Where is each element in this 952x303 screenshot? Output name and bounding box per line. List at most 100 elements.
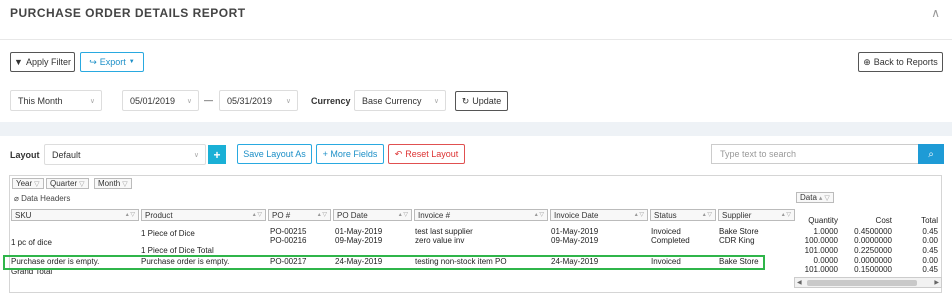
pivot-grid: Year ▽ Quarter ▽ Month ▽ ⌀ Data Headers Dat… bbox=[9, 175, 942, 293]
chevron-up-icon[interactable]: ∧ bbox=[931, 6, 940, 20]
table-cell: 1.0000 bbox=[813, 227, 838, 236]
value-header-cost: Cost bbox=[875, 216, 892, 225]
chevron-down-icon: ∨ bbox=[433, 98, 439, 105]
layout-select[interactable]: Default ∨ bbox=[44, 144, 206, 165]
table-cell: 101.0000 bbox=[804, 265, 838, 274]
table-cell: 0.2250000 bbox=[854, 246, 892, 255]
chevron-down-icon: ∨ bbox=[89, 98, 95, 105]
table-cell: 0.00 bbox=[922, 236, 938, 245]
table-cell: 01-May-2019 bbox=[335, 227, 383, 236]
table-cell: Completed bbox=[651, 236, 690, 245]
field-invoice-number[interactable]: Invoice # ▴ ▽ bbox=[414, 209, 548, 221]
table-cell: 0.0000000 bbox=[854, 236, 892, 245]
table-cell: PO-00216 bbox=[270, 236, 307, 245]
period-select[interactable]: This Month ∨ bbox=[10, 90, 102, 111]
more-fields-button[interactable]: + More Fields bbox=[316, 144, 384, 164]
table-cell: 0.00 bbox=[922, 256, 938, 265]
field-invoice-date[interactable]: Invoice Date ▴ ▽ bbox=[550, 209, 648, 221]
sort-filter-icon: ▴ ▽ bbox=[702, 212, 712, 218]
from-date-input[interactable]: 05/01/2019 ∨ bbox=[122, 90, 199, 111]
arrow-right-icon[interactable]: ▶ bbox=[934, 279, 939, 286]
currency-select[interactable]: Base Currency ∨ bbox=[354, 90, 446, 111]
table-cell: 09-May-2019 bbox=[551, 236, 599, 245]
table-cell: 101.0000 bbox=[804, 246, 838, 255]
reset-layout-button[interactable]: ↶ Reset Layout bbox=[388, 144, 465, 164]
back-to-reports-button[interactable]: ⊕ Back to Reports bbox=[858, 52, 943, 72]
section-divider bbox=[0, 122, 952, 136]
sort-filter-icon: ▴ ▽ bbox=[252, 212, 262, 218]
link-icon: ⌀ bbox=[14, 194, 19, 203]
table-cell: 0.4500000 bbox=[854, 227, 892, 236]
data-chip[interactable]: Data ▴ ▽ bbox=[796, 192, 834, 203]
search-input[interactable]: Type text to search bbox=[711, 144, 919, 164]
sort-filter-icon: ▴ ▽ bbox=[125, 212, 135, 218]
sort-filter-icon: ▴ ▽ bbox=[781, 212, 791, 218]
value-header-total: Total bbox=[921, 216, 938, 225]
table-cell: 09-May-2019 bbox=[335, 236, 383, 245]
data-headers-area: ⌀ Data Headers bbox=[14, 194, 71, 203]
scroll-thumb[interactable] bbox=[807, 280, 917, 286]
layout-label: Layout bbox=[10, 150, 40, 160]
filter-icon: ▼ bbox=[14, 57, 23, 67]
group-product-total: 1 Piece of Dice Total bbox=[141, 246, 214, 255]
highlight-box bbox=[3, 255, 765, 270]
search-icon: ⌕ bbox=[928, 148, 934, 160]
table-cell: 100.0000 bbox=[804, 236, 838, 245]
arrow-left-icon[interactable]: ◀ bbox=[797, 279, 802, 286]
field-sku[interactable]: SKU ▴ ▽ bbox=[11, 209, 139, 221]
field-supplier[interactable]: Supplier ▴ ▽ bbox=[718, 209, 795, 221]
save-layout-as-button[interactable]: Save Layout As bbox=[237, 144, 312, 164]
value-header-quantity: Quantity bbox=[808, 216, 838, 225]
sort-filter-icon: ▴ ▽ bbox=[634, 212, 644, 218]
horizontal-scrollbar[interactable]: ◀ ▶ bbox=[794, 277, 942, 288]
table-cell: 0.45 bbox=[922, 265, 938, 274]
add-layout-button[interactable]: + bbox=[208, 145, 226, 164]
filter-icon: ▽ bbox=[34, 180, 40, 188]
date-range-separator: — bbox=[204, 95, 213, 105]
table-cell: test last supplier bbox=[415, 227, 473, 236]
search-button[interactable]: ⌕ bbox=[918, 144, 944, 164]
table-cell: Bake Store bbox=[719, 227, 759, 236]
sort-filter-icon: ▴ ▽ bbox=[534, 212, 544, 218]
currency-label: Currency bbox=[311, 96, 351, 106]
group-product: 1 Piece of Dice bbox=[141, 229, 195, 238]
page-title: PURCHASE ORDER DETAILS REPORT bbox=[10, 6, 246, 20]
table-cell: 0.45 bbox=[922, 246, 938, 255]
update-button[interactable]: ↻ Update bbox=[455, 91, 508, 111]
field-status[interactable]: Status ▴ ▽ bbox=[650, 209, 716, 221]
sort-icon: ▴ bbox=[818, 194, 823, 202]
table-cell: 0.0000000 bbox=[854, 256, 892, 265]
table-cell: 01-May-2019 bbox=[551, 227, 599, 236]
filter-icon: ▽ bbox=[824, 194, 830, 202]
group-sku: 1 pc of dice bbox=[11, 238, 52, 247]
field-product[interactable]: Product ▴ ▽ bbox=[141, 209, 266, 221]
table-cell: zero value inv bbox=[415, 236, 465, 245]
table-cell: PO-00215 bbox=[270, 227, 307, 236]
table-cell: CDR King bbox=[719, 236, 755, 245]
chevron-down-icon: ▼ bbox=[128, 59, 135, 65]
filter-icon: ▽ bbox=[122, 180, 128, 188]
field-po-number[interactable]: PO # ▴ ▽ bbox=[268, 209, 331, 221]
export-button[interactable]: ↪ Export ▼ bbox=[80, 52, 144, 72]
table-cell: 0.45 bbox=[922, 227, 938, 236]
back-circle-icon: ⊕ bbox=[863, 56, 871, 67]
to-date-input[interactable]: 05/31/2019 ∨ bbox=[219, 90, 298, 111]
table-cell: 0.0000 bbox=[813, 256, 838, 265]
chevron-down-icon: ∨ bbox=[186, 98, 192, 105]
chevron-down-icon: ∨ bbox=[193, 152, 199, 159]
export-icon: ↪ bbox=[89, 56, 97, 67]
filter-chip-month[interactable]: Month ▽ bbox=[94, 178, 132, 189]
refresh-icon: ↻ bbox=[461, 95, 470, 106]
apply-filter-button[interactable]: ▼ Apply Filter bbox=[10, 52, 75, 72]
field-po-date[interactable]: PO Date ▴ ▽ bbox=[333, 209, 412, 221]
filter-chip-year[interactable]: Year ▽ bbox=[12, 178, 44, 189]
table-cell: Invoiced bbox=[651, 227, 681, 236]
filter-chip-quarter[interactable]: Quarter ▽ bbox=[46, 178, 89, 189]
table-cell: 0.1500000 bbox=[854, 265, 892, 274]
chevron-down-icon: ∨ bbox=[285, 98, 291, 105]
sort-filter-icon: ▴ ▽ bbox=[398, 212, 408, 218]
filter-icon: ▽ bbox=[79, 180, 85, 188]
undo-icon: ↶ bbox=[394, 148, 403, 159]
sort-filter-icon: ▴ ▽ bbox=[317, 212, 327, 218]
report-header: PURCHASE ORDER DETAILS REPORT ∧ bbox=[0, 0, 952, 40]
